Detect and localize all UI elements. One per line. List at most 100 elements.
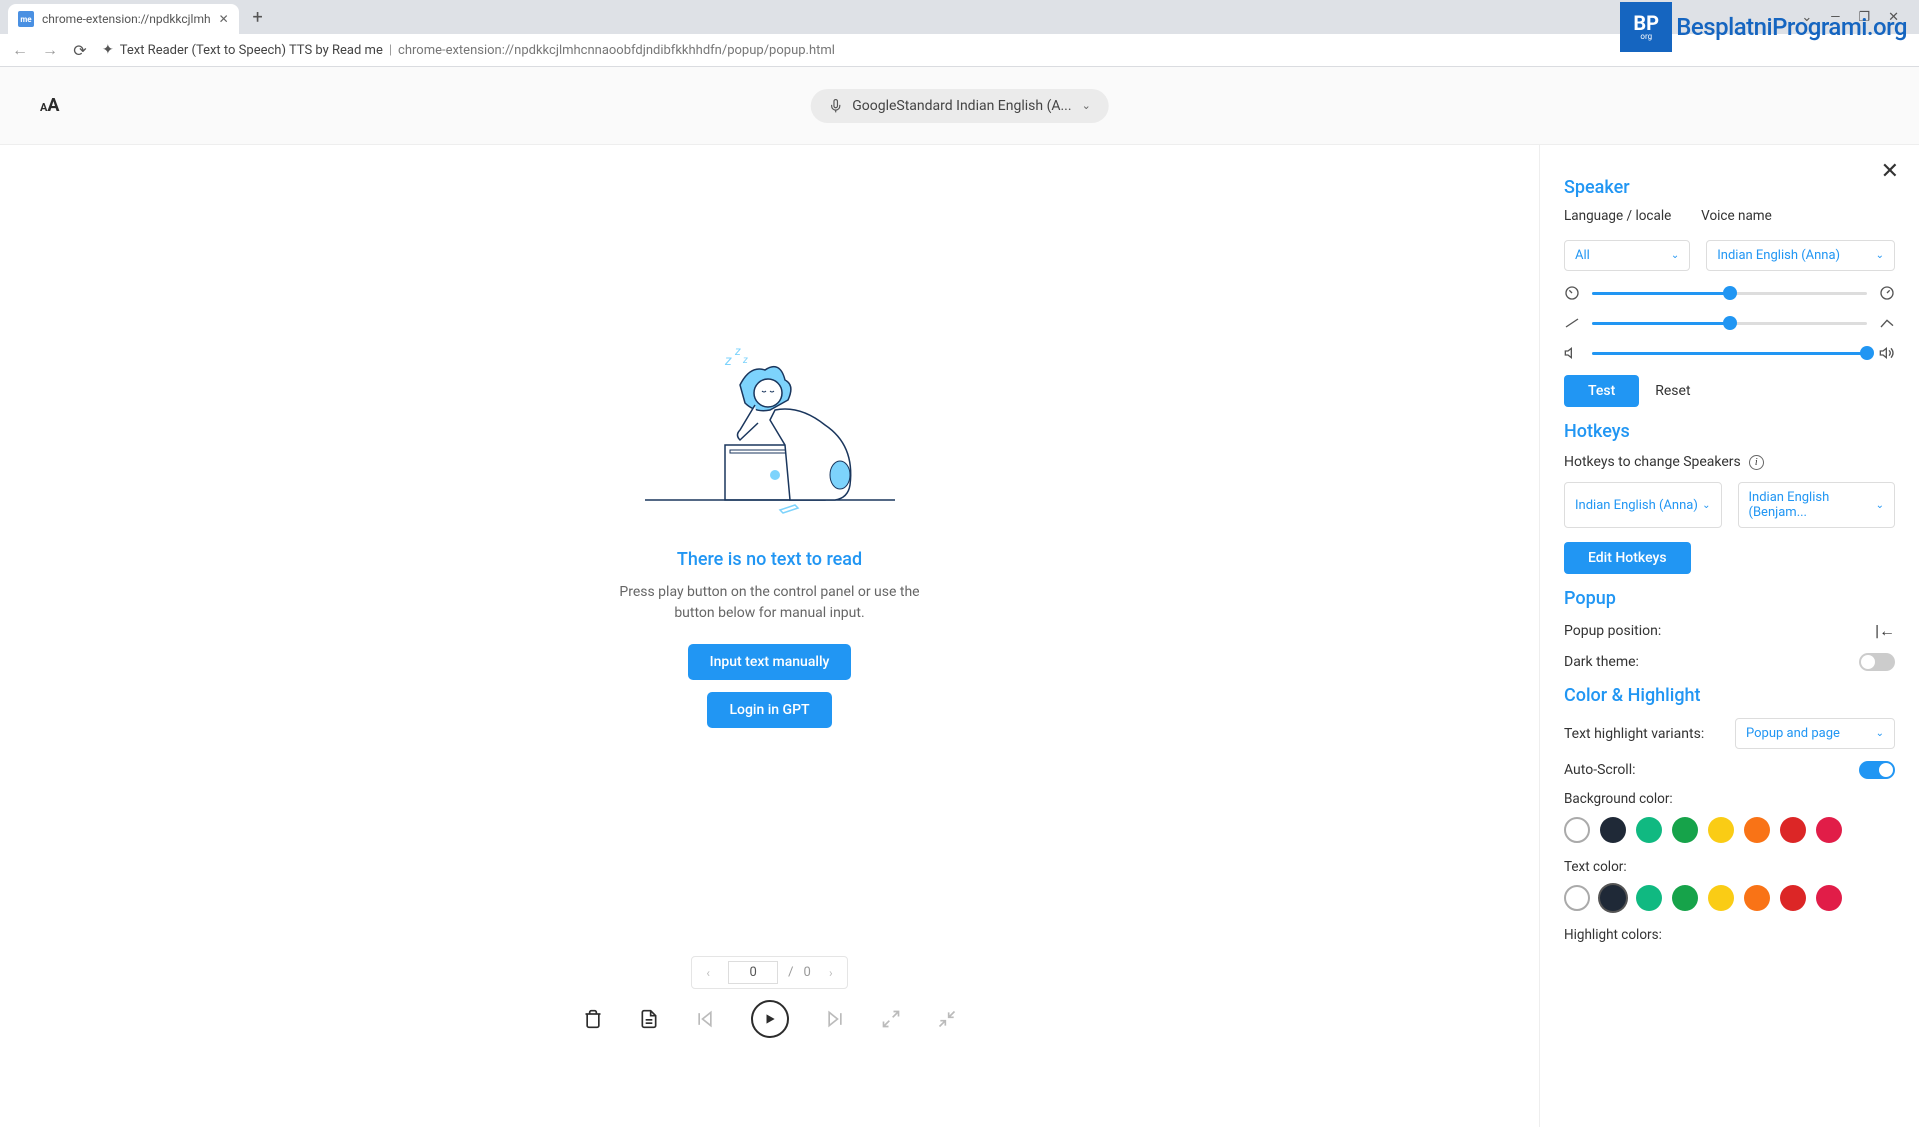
tab-favicon-icon: me	[18, 11, 34, 27]
page-separator: /	[788, 965, 793, 980]
url-path: chrome-extension://npdkkcjlmhcnnaoobfdjn…	[398, 43, 835, 58]
speed-fast-icon	[1879, 285, 1895, 301]
empty-illustration: z z z	[640, 335, 900, 525]
watermark: BP org BesplatniProgrami.org	[1620, 2, 1907, 52]
color-section-title: Color & Highlight	[1564, 685, 1895, 706]
skip-back-icon[interactable]	[695, 1009, 715, 1029]
highlight-variants-select[interactable]: Popup and page ⌄	[1735, 718, 1895, 749]
speed-slow-icon	[1564, 285, 1580, 301]
close-panel-button[interactable]: ✕	[1881, 159, 1899, 184]
login-gpt-button[interactable]: Login in GPT	[707, 692, 831, 728]
color-swatch[interactable]	[1672, 885, 1698, 911]
collapse-icon[interactable]	[937, 1009, 957, 1029]
chevron-down-icon: ⌄	[1082, 99, 1091, 112]
document-icon[interactable]	[639, 1009, 659, 1029]
play-button[interactable]	[751, 1000, 789, 1038]
page-input[interactable]	[728, 961, 778, 984]
popup-section-title: Popup	[1564, 588, 1895, 609]
color-swatch[interactable]	[1708, 885, 1734, 911]
chevron-down-icon: ⌄	[1876, 500, 1884, 511]
highlight-colors-label: Highlight colors:	[1564, 927, 1895, 943]
hotkey-speaker-2-select[interactable]: Indian English (Benjam... ⌄	[1738, 482, 1896, 528]
tab-title: chrome-extension://npdkkcjlmh	[42, 12, 211, 26]
settings-panel: ✕ Speaker Language / locale Voice name A…	[1539, 145, 1919, 1127]
volume-low-icon	[1564, 345, 1580, 361]
delete-icon[interactable]	[583, 1009, 603, 1029]
color-swatch[interactable]	[1564, 817, 1590, 843]
hotkey-speaker-1-select[interactable]: Indian English (Anna) ⌄	[1564, 482, 1722, 528]
hotkeys-section-title: Hotkeys	[1564, 421, 1895, 442]
color-swatch[interactable]	[1816, 885, 1842, 911]
edit-hotkeys-button[interactable]: Edit Hotkeys	[1564, 542, 1691, 574]
dark-theme-toggle[interactable]	[1859, 653, 1895, 671]
expand-icon[interactable]	[881, 1009, 901, 1029]
font-size-button[interactable]: AA	[40, 95, 59, 116]
chevron-down-icon: ⌄	[1702, 500, 1710, 511]
color-swatch[interactable]	[1780, 885, 1806, 911]
color-swatch[interactable]	[1636, 817, 1662, 843]
auto-scroll-toggle[interactable]	[1859, 761, 1895, 779]
browser-tab[interactable]: me chrome-extension://npdkkcjlmh ✕	[8, 4, 239, 34]
test-button[interactable]: Test	[1564, 375, 1639, 407]
voice-name-label: Voice name	[1701, 208, 1895, 224]
reload-button[interactable]: ⟳	[72, 41, 88, 60]
color-swatch[interactable]	[1744, 885, 1770, 911]
voice-selector-label: GoogleStandard Indian English (A...	[852, 98, 1071, 114]
empty-subtitle: Press play button on the control panel o…	[610, 582, 930, 624]
pitch-low-icon	[1564, 315, 1580, 331]
language-label: Language / locale	[1564, 208, 1685, 224]
extension-icon: ✦	[102, 42, 114, 58]
new-tab-button[interactable]: +	[245, 4, 271, 30]
url-title: Text Reader (Text to Speech) TTS by Read…	[120, 43, 383, 58]
chevron-down-icon: ⌄	[1876, 250, 1884, 261]
input-text-button[interactable]: Input text manually	[688, 644, 852, 680]
color-swatch[interactable]	[1672, 817, 1698, 843]
page-prev-button[interactable]: ‹	[698, 966, 718, 980]
chevron-down-icon: ⌄	[1876, 728, 1884, 739]
playback-controls	[0, 989, 1539, 1049]
color-swatch[interactable]	[1600, 885, 1626, 911]
page-total: 0	[804, 965, 811, 980]
hotkeys-label: Hotkeys to change Speakers	[1564, 454, 1741, 470]
watermark-text: BesplatniProgrami.org	[1676, 13, 1907, 41]
dark-theme-label: Dark theme:	[1564, 654, 1639, 670]
skip-forward-icon[interactable]	[825, 1009, 845, 1029]
color-swatch[interactable]	[1600, 817, 1626, 843]
pagination: ‹ / 0 ›	[691, 956, 848, 989]
tab-close-icon[interactable]: ✕	[219, 12, 229, 26]
voice-selector[interactable]: GoogleStandard Indian English (A... ⌄	[810, 89, 1109, 123]
volume-slider[interactable]	[1592, 352, 1867, 355]
chevron-down-icon: ⌄	[1671, 250, 1679, 261]
forward-button[interactable]: →	[42, 40, 58, 60]
color-swatch[interactable]	[1564, 885, 1590, 911]
back-button[interactable]: ←	[12, 40, 28, 60]
color-swatch[interactable]	[1744, 817, 1770, 843]
main-content: z z z There is no text to read Press pla…	[0, 145, 1539, 1049]
voice-select[interactable]: Indian English (Anna) ⌄	[1706, 240, 1895, 271]
color-swatch[interactable]	[1636, 885, 1662, 911]
svg-text:z: z	[742, 355, 748, 366]
pitch-slider[interactable]	[1592, 322, 1867, 325]
color-swatch[interactable]	[1780, 817, 1806, 843]
text-color-row	[1564, 885, 1895, 911]
speed-slider[interactable]	[1592, 292, 1867, 295]
popup-position-label: Popup position:	[1564, 623, 1661, 639]
page-next-button[interactable]: ›	[821, 966, 841, 980]
highlight-variants-label: Text highlight variants:	[1564, 726, 1704, 742]
svg-text:z: z	[724, 353, 732, 369]
app-toolbar: AA GoogleStandard Indian English (A... ⌄	[0, 67, 1919, 145]
color-swatch[interactable]	[1708, 817, 1734, 843]
svg-text:z: z	[734, 344, 741, 358]
play-icon	[763, 1012, 777, 1026]
bg-color-label: Background color:	[1564, 791, 1895, 807]
color-swatch[interactable]	[1816, 817, 1842, 843]
info-icon[interactable]: i	[1749, 455, 1764, 470]
language-select[interactable]: All ⌄	[1564, 240, 1690, 271]
watermark-logo-icon: BP org	[1620, 2, 1672, 52]
reset-button[interactable]: Reset	[1655, 383, 1690, 399]
position-left-icon[interactable]: |←	[1875, 621, 1895, 641]
bg-color-row	[1564, 817, 1895, 843]
mic-icon	[828, 99, 842, 113]
auto-scroll-label: Auto-Scroll:	[1564, 762, 1636, 778]
pitch-high-icon	[1879, 315, 1895, 331]
